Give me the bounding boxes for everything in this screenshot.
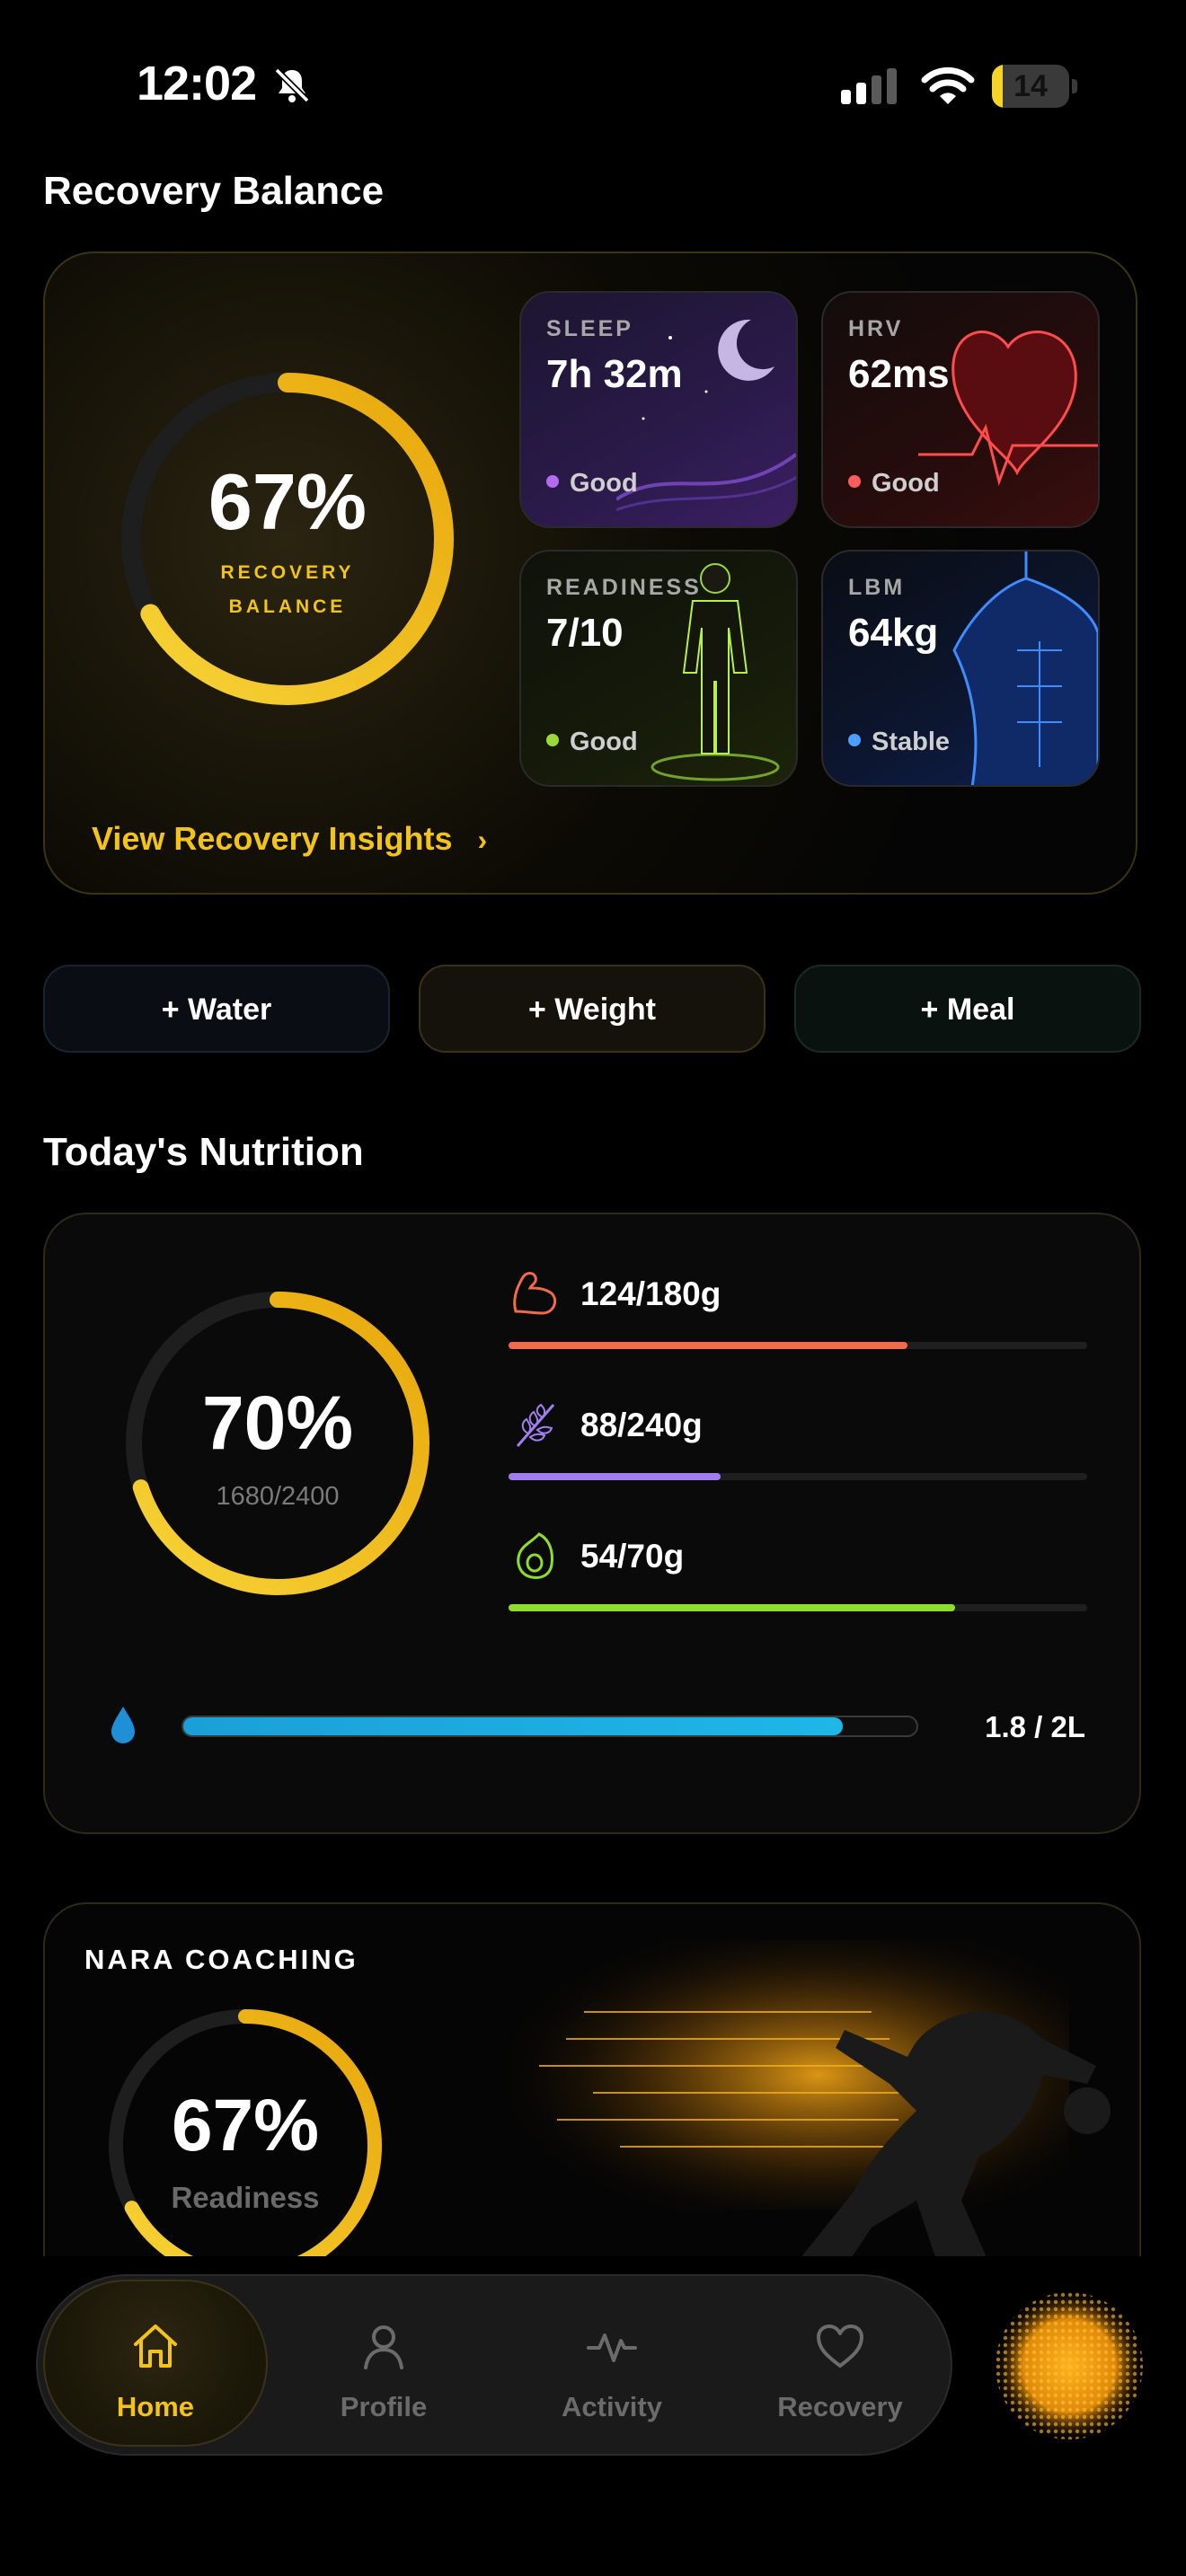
carbs-value: 88/240g	[580, 1407, 703, 1443]
muscle-icon	[513, 1272, 557, 1315]
water-progress-bar	[181, 1716, 918, 1737]
sleep-value: 7h 32m	[546, 352, 683, 396]
wifi-icon	[921, 66, 975, 104]
activity-icon	[587, 2333, 637, 2362]
hrv-status: Good	[848, 469, 940, 498]
coaching-title: NARA COACHING	[84, 1944, 358, 1975]
carbs-bar-fill	[509, 1473, 721, 1480]
tab-recovery[interactable]: Recovery	[737, 2276, 943, 2454]
readiness-ring-percent: 67%	[171, 2085, 320, 2166]
protein-bar-fill	[509, 1342, 907, 1349]
home-icon	[134, 2325, 177, 2368]
wheat-icon	[516, 1403, 555, 1447]
tab-recovery-label: Recovery	[777, 2391, 903, 2422]
add-water-button[interactable]: + Water	[43, 965, 390, 1053]
status-time: 12:02	[137, 57, 257, 110]
profile-icon	[364, 2325, 403, 2369]
avocado-icon	[517, 1532, 553, 1579]
tab-profile-label: Profile	[340, 2391, 428, 2422]
readiness-ring-subtext: Readiness	[171, 2181, 320, 2214]
sleep-status: Good	[546, 469, 638, 498]
hrv-label: HRV	[848, 316, 904, 341]
hrv-tile[interactable]: HRV 62ms Good	[821, 291, 1100, 528]
protein-value: 124/180g	[580, 1275, 721, 1312]
readiness-tile[interactable]: READINESS 7/10 Good	[519, 550, 798, 787]
lbm-tile[interactable]: LBM 64kg Stable	[821, 550, 1100, 787]
heart-icon	[918, 331, 1098, 487]
lbm-label: LBM	[848, 575, 906, 600]
fat-bar	[509, 1604, 1087, 1611]
assistant-orb-icon[interactable]	[988, 2285, 1150, 2447]
lbm-value: 64kg	[848, 611, 939, 655]
sleep-tile[interactable]: SLEEP 7h 32m Good	[519, 291, 798, 528]
water-progress-fill	[183, 1717, 844, 1735]
insights-link-label: View Recovery Insights	[92, 820, 453, 857]
tab-profile[interactable]: Profile	[280, 2276, 487, 2454]
water-drop-icon	[111, 1707, 135, 1743]
chevron-right-icon: ›	[477, 824, 488, 856]
calorie-ring-percent: 70%	[201, 1381, 354, 1465]
carbs-bar	[509, 1473, 1087, 1480]
tab-home-label: Home	[116, 2391, 195, 2422]
moon-icon	[616, 319, 796, 512]
tab-activity-label: Activity	[562, 2391, 662, 2422]
recovery-section-title: Recovery Balance	[43, 169, 385, 213]
sleep-label: SLEEP	[546, 316, 633, 341]
add-weight-button[interactable]: + Weight	[419, 965, 766, 1053]
recovery-ring-percent: 67%	[208, 457, 367, 546]
recovery-ring-label-1: RECOVERY	[220, 562, 355, 583]
battery-percent: 14	[1013, 69, 1048, 103]
bell-muted-icon	[274, 67, 310, 103]
tab-home[interactable]: Home	[52, 2276, 259, 2454]
heart-outline-icon	[817, 2325, 863, 2368]
cellular-signal-icon	[841, 68, 897, 104]
readiness-label: READINESS	[546, 575, 702, 600]
sprinter-image	[512, 1940, 1111, 2280]
readiness-value: 7/10	[546, 611, 624, 655]
readiness-status: Good	[546, 728, 638, 757]
bottom-tab-bar: Home Profile Activity Recovery	[36, 2274, 952, 2456]
fat-bar-fill	[509, 1604, 955, 1611]
tab-activity[interactable]: Activity	[509, 2276, 715, 2454]
add-meal-button[interactable]: + Meal	[794, 965, 1141, 1053]
protein-bar	[509, 1342, 1087, 1349]
hrv-value: 62ms	[848, 352, 950, 396]
lbm-status: Stable	[848, 728, 950, 757]
battery-indicator: 14	[992, 65, 1078, 108]
calorie-ring-subtext: 1680/2400	[216, 1482, 340, 1511]
water-value: 1.8 / 2L	[985, 1710, 1085, 1743]
recovery-ring-label-2: BALANCE	[228, 596, 347, 617]
view-recovery-insights-link[interactable]: View Recovery Insights ›	[92, 820, 487, 858]
fat-value: 54/70g	[580, 1538, 685, 1575]
nutrition-section-title: Today's Nutrition	[43, 1130, 364, 1174]
